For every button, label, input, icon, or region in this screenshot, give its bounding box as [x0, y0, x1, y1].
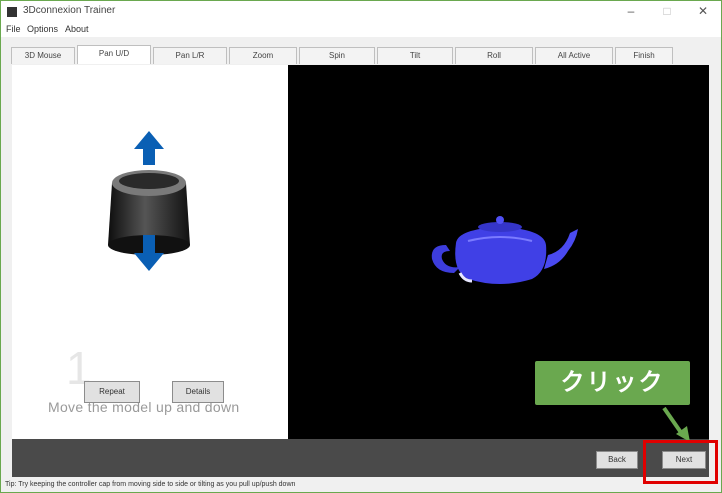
teapot-model — [431, 216, 578, 284]
navigation-bar: Back Next — [12, 439, 709, 477]
app-window: 3Dconnexion Trainer – □ ✕ File Options A… — [0, 0, 722, 493]
tab-tilt[interactable]: Tilt — [377, 47, 453, 64]
details-button[interactable]: Details — [172, 381, 224, 403]
maximize-button[interactable]: □ — [657, 3, 677, 19]
tab-pan-lr[interactable]: Pan L/R — [153, 47, 227, 64]
status-tip: Tip: Try keeping the controller cap from… — [5, 481, 296, 488]
tab-roll[interactable]: Roll — [455, 47, 533, 64]
next-button-highlight — [643, 440, 718, 484]
repeat-button[interactable]: Repeat — [84, 381, 140, 403]
tab-finish[interactable]: Finish — [615, 47, 673, 64]
tab-pan-ud[interactable]: Pan U/D — [77, 45, 151, 64]
tab-3d-mouse[interactable]: 3D Mouse — [11, 47, 75, 64]
window-title: 3Dconnexion Trainer — [23, 5, 116, 16]
pointer-arrow-icon — [662, 406, 690, 442]
menu-options[interactable]: Options — [27, 24, 58, 34]
minimize-button[interactable]: – — [621, 3, 641, 19]
click-callout: クリック — [535, 361, 690, 405]
tab-spin[interactable]: Spin — [299, 47, 375, 64]
up-arrow-icon — [134, 131, 164, 165]
tab-all-active[interactable]: All Active — [535, 47, 613, 64]
controller-illustration — [108, 131, 190, 271]
back-button[interactable]: Back — [596, 451, 638, 469]
menu-about[interactable]: About — [65, 24, 89, 34]
title-bar: 3Dconnexion Trainer – □ ✕ — [1, 1, 721, 23]
close-button[interactable]: ✕ — [693, 3, 713, 19]
tab-zoom[interactable]: Zoom — [229, 47, 297, 64]
status-bar: Tip: Try keeping the controller cap from… — [1, 480, 721, 492]
menu-bar: File Options About — [1, 23, 721, 37]
lesson-tabs: 3D Mouse Pan U/D Pan L/R Zoom Spin Tilt … — [11, 45, 711, 65]
app-icon — [7, 7, 17, 17]
instruction-panel: 1 Move the model up and down Repeat Deta… — [12, 65, 288, 439]
menu-file[interactable]: File — [6, 24, 21, 34]
